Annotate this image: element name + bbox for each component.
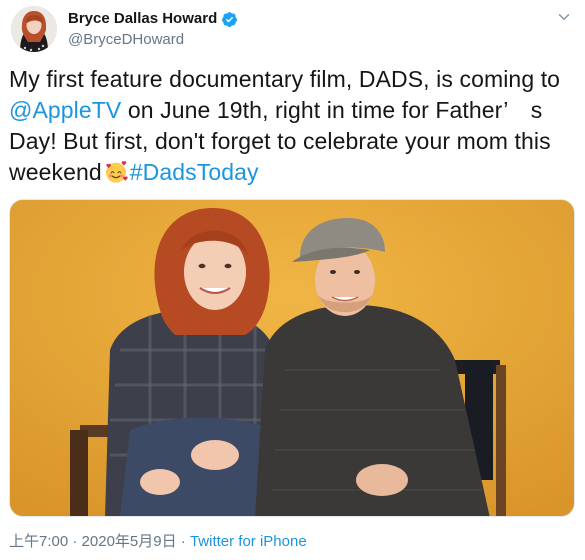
verified-badge-icon bbox=[222, 11, 238, 27]
meta-separator: · bbox=[176, 533, 190, 550]
tweet-meta: 上午7:00 · 2020年5月9日 · Twitter for iPhone bbox=[9, 532, 307, 552]
mention-link[interactable]: @AppleTV bbox=[9, 97, 121, 123]
avatar-image bbox=[11, 6, 57, 52]
tweet-date[interactable]: 2020年5月9日 bbox=[82, 533, 177, 550]
meta-separator: · bbox=[68, 533, 82, 550]
author-display-name[interactable]: Bryce Dallas Howard bbox=[68, 9, 217, 29]
avatar[interactable] bbox=[11, 6, 57, 52]
tweet-text: My first feature documentary film, DADS,… bbox=[9, 64, 569, 188]
tweet-text-part1: My first feature documentary film, DADS,… bbox=[9, 66, 561, 92]
photo-image bbox=[10, 200, 574, 516]
tweet-card: Bryce Dallas Howard @BryceDHoward My fir… bbox=[0, 0, 585, 560]
tweet-photo[interactable] bbox=[9, 199, 575, 517]
chevron-down-icon[interactable] bbox=[555, 8, 573, 26]
smiling-face-with-hearts-emoji-icon bbox=[105, 161, 128, 183]
author-info: Bryce Dallas Howard @BryceDHoward bbox=[68, 9, 238, 50]
hashtag-link[interactable]: #DadsToday bbox=[130, 159, 259, 185]
tweet-time[interactable]: 上午7:00 bbox=[9, 533, 68, 550]
author-display-name-row[interactable]: Bryce Dallas Howard bbox=[68, 9, 238, 29]
tweet-header: Bryce Dallas Howard @BryceDHoward bbox=[10, 6, 575, 54]
author-handle[interactable]: @BryceDHoward bbox=[68, 30, 238, 50]
tweet-source-link[interactable]: Twitter for iPhone bbox=[190, 533, 307, 550]
